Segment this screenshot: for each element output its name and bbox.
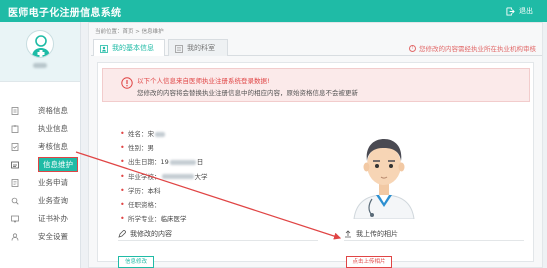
field-birth-date: 出生日期：19日 [120,155,208,169]
alert-line-1: 以下个人信息来自医师执业注册系统登录数据! [137,77,270,85]
sidebar-item-qualification[interactable]: 资格信息 [0,102,80,120]
info-icon: ! [409,44,416,52]
redacted-text [169,159,196,165]
redacted-text [155,131,165,137]
divider [118,240,318,241]
tab-my-department[interactable]: 我的科室 [168,39,228,56]
logout-label: 退出 [519,7,533,15]
basic-info-fields: 姓名：宋 性别：男 出生日期：19日 毕业学校：大学 学历：本科 任职资格： 所… [120,127,208,227]
avatar[interactable] [26,30,54,58]
uploaded-photo-section: 我上传的相片 [344,229,398,239]
sidebar-item-certificate-reissue[interactable]: 证书补办 [0,210,80,228]
sidebar-item-business-query[interactable]: 业务查询 [0,192,80,210]
tab-basic-info[interactable]: 我的基本信息 [93,39,165,56]
modified-content-section: 我修改的内容 [118,229,172,239]
search-icon [11,197,19,205]
sidebar-item-assessment[interactable]: 考核信息 [0,138,80,156]
sidebar-item-practice[interactable]: 执业信息 [0,120,80,138]
sidebar-menu: 资格信息 执业信息 考核信息 信息维护 业务申请 业务查询 证书补办 安全设置 [0,102,80,246]
document-icon [11,107,19,115]
section-title-photo: 我上传的相片 [356,230,398,238]
username-redacted [33,63,47,68]
user-profile [0,22,80,82]
sidebar-item-security[interactable]: 安全设置 [0,228,80,246]
field-gender: 性别：男 [120,141,208,155]
edit-icon [118,230,126,238]
doctor-photo-placeholder [353,139,415,219]
app-title: 医师电子化注册信息系统 [8,8,122,19]
divider [344,240,524,241]
edit-info-button[interactable]: 信息修改 [118,256,154,268]
section-title-modified: 我修改的内容 [130,230,172,238]
user-lock-icon [11,233,19,241]
review-notice: ! 您修改的内容需经执业所在执业机构审核 [409,43,536,53]
info-alert: 以下个人信息来自医师执业注册系统登录数据! 您修改的内容将会替换执业注册信息中的… [102,68,530,102]
department-icon [175,45,183,53]
alert-line-2: 您修改的内容将会替换执业注册信息中的相应内容，原始资格信息不会被更新 [137,89,358,97]
sidebar: 资格信息 执业信息 考核信息 信息维护 业务申请 业务查询 证书补办 安全设置 [0,22,81,268]
field-qualification: 任职资格： [120,198,208,212]
redacted-text [161,174,194,180]
user-card-icon [100,45,108,53]
warning-icon [121,77,133,89]
field-major: 所学专业：临床医学 [120,212,208,226]
checklist-icon [11,143,19,151]
upload-photo-button[interactable]: 点击上传相片 [346,256,392,268]
breadcrumb: 当前位置：首页 > 信息维护 [95,29,164,35]
sidebar-item-business-apply[interactable]: 业务申请 [0,174,80,192]
field-name: 姓名：宋 [120,127,208,141]
app-header: 医师电子化注册信息系统 退出 [0,0,547,22]
certificate-icon [11,215,19,223]
upload-icon [345,230,351,238]
sidebar-item-info-maintenance[interactable]: 信息维护 [0,156,80,174]
logout-button[interactable]: 退出 [506,6,533,16]
tab-bar: 我的基本信息 我的科室 ! 您修改的内容需经执业所在执业机构审核 [91,37,542,56]
main-content: 当前位置：首页 > 信息维护 我的基本信息 我的科室 ! 您修改的内容需经执业所… [88,22,543,268]
logout-icon [506,6,515,16]
form-icon [11,179,19,187]
basic-info-card: 以下个人信息来自医师执业注册系统登录数据! 您修改的内容将会替换执业注册信息中的… [97,62,534,268]
field-degree: 学历：本科 [120,184,208,198]
field-school: 毕业学校：大学 [120,170,208,184]
clipboard-icon [11,125,19,133]
edit-icon [11,161,19,169]
doctor-avatar-icon [32,35,50,57]
